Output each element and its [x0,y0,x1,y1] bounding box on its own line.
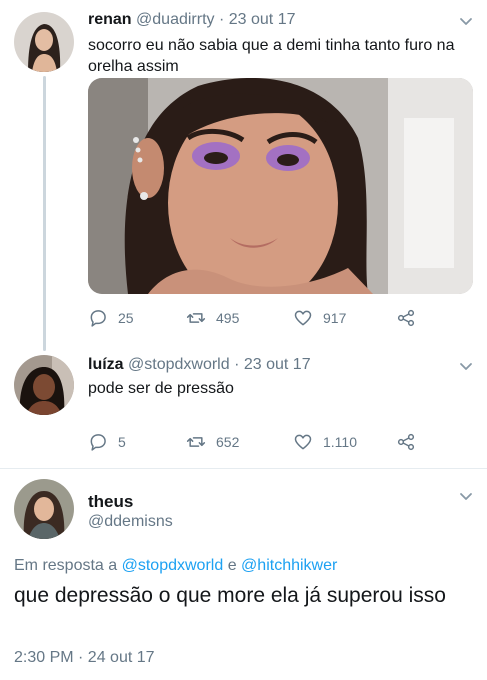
tweet-actions: 5 652 1.110 [88,432,428,454]
author-handle[interactable]: @ddemisns [88,512,173,532]
retweet-count: 652 [216,434,240,450]
retweet-button[interactable]: 652 [186,432,239,452]
reply-prefix: Em resposta a [14,557,118,574]
retweet-count: 495 [216,310,240,326]
reply-button[interactable]: 5 [88,432,126,452]
tweet-text: socorro eu não sabia que a demi tinha ta… [88,37,455,75]
author-name[interactable]: theus [88,491,133,513]
separator-dot: · [218,11,225,28]
tweet-text: pode ser de pressão [88,380,234,397]
reply-count: 5 [118,434,126,450]
retweet-icon [186,308,206,328]
chevron-down-icon[interactable] [458,488,474,504]
like-count: 1.110 [323,434,357,450]
tweet-header: renan @duadirrty · 23 out 17 [88,10,296,30]
retweet-icon [186,432,206,452]
heart-icon [293,432,313,452]
reply-count: 25 [118,310,134,326]
separator-dot: · [234,356,240,373]
avatar[interactable] [14,12,74,72]
avatar[interactable] [14,479,74,539]
author-name[interactable]: renan [88,11,132,28]
reply-mention-2[interactable]: @hitchhikwer [241,557,337,574]
like-count: 917 [323,310,347,326]
tweet-timestamp[interactable]: 2:30 PM · 24 out 17 [14,648,155,668]
like-button[interactable]: 1.110 [293,432,357,452]
share-button[interactable] [396,432,416,452]
reply-context: Em resposta a @stopdxworld e @hitchhikwe… [14,556,337,576]
share-button[interactable] [396,308,416,328]
avatar[interactable] [14,355,74,415]
retweet-button[interactable]: 495 [186,308,239,328]
tweet-photo[interactable] [88,78,473,294]
author-handle[interactable]: @duadirrty [136,11,215,28]
reply-mention-1[interactable]: @stopdxworld [122,557,224,574]
author-name[interactable]: luíza [88,356,124,373]
author-handle[interactable]: @stopdxworld [128,356,230,373]
heart-icon [293,308,313,328]
tweet-text: que depressão o que more ela já superou … [14,584,446,607]
tweet-renan[interactable]: renan @duadirrty · 23 out 17 socorro eu … [0,0,487,345]
chevron-down-icon[interactable] [458,358,474,374]
reply-icon [88,432,108,452]
main-tweet: theus @ddemisns Em resposta a @stopdxwor… [0,469,487,680]
reply-conjunction: e [227,557,237,574]
reply-icon [88,308,108,328]
tweet-actions: 25 495 917 [88,308,428,330]
tweet-header: luíza @stopdxworld · 23 out 17 [88,355,311,375]
tweet-date[interactable]: 23 out 17 [244,356,311,373]
like-button[interactable]: 917 [293,308,346,328]
share-icon [396,432,416,452]
chevron-down-icon[interactable] [458,13,474,29]
tweet-luiza[interactable]: luíza @stopdxworld · 23 out 17 pode ser … [0,345,487,468]
reply-button[interactable]: 25 [88,308,134,328]
tweet-date[interactable]: 23 out 17 [229,11,296,28]
share-icon [396,308,416,328]
